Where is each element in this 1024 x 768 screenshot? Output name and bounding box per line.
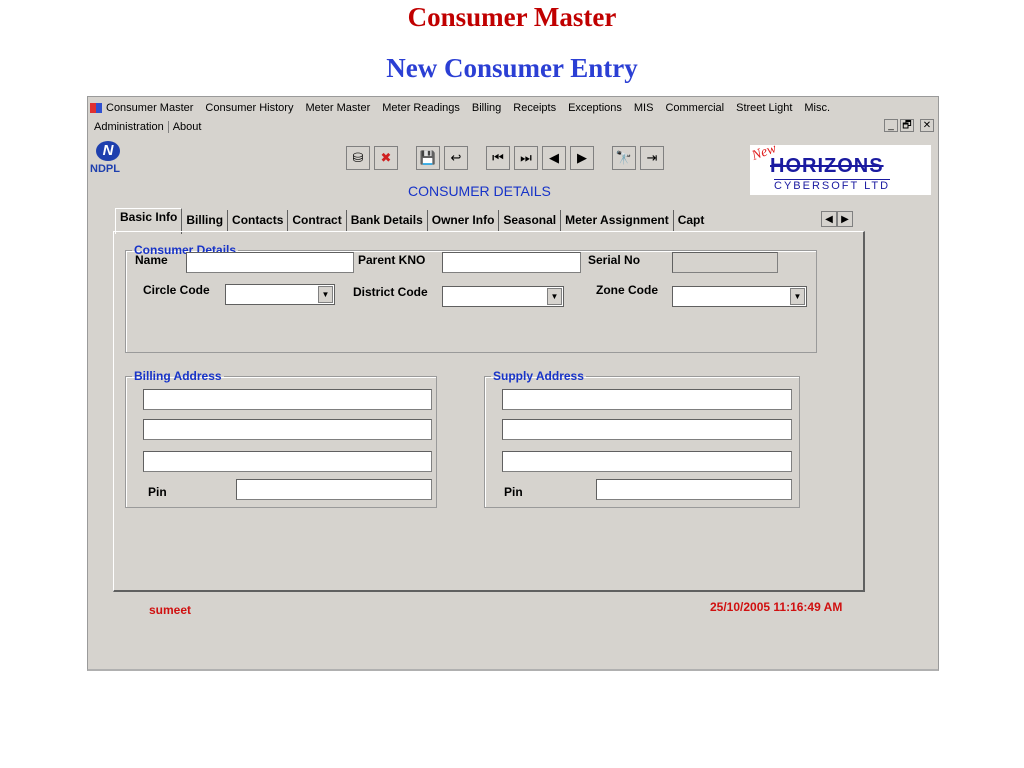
zone-code-label: Zone Code <box>596 283 658 297</box>
parent-kno-input[interactable] <box>442 252 581 273</box>
undo-icon[interactable]: ↩ <box>444 146 468 170</box>
zone-code-value <box>673 287 677 305</box>
previous-record-icon[interactable]: ◀ <box>542 146 566 170</box>
status-timestamp: 25/10/2005 11:16:49 AM <box>710 600 843 614</box>
circle-code-label: Circle Code <box>143 283 210 297</box>
save-icon[interactable]: 💾 <box>416 146 440 170</box>
tab-capt[interactable]: Capt <box>673 210 712 232</box>
supply-address-line-3-input[interactable] <box>502 451 792 472</box>
supply-address-line-2-input[interactable] <box>502 419 792 440</box>
next-record-icon[interactable]: ▶ <box>570 146 594 170</box>
name-input[interactable] <box>186 252 354 273</box>
menu-item-about[interactable]: About <box>169 121 206 133</box>
supply-address-line-1-input[interactable] <box>502 389 792 410</box>
tab-meter-assignment[interactable]: Meter Assignment <box>561 210 674 232</box>
menu-item-meter-readings[interactable]: Meter Readings <box>382 102 460 114</box>
ndpl-logo-text: NDPL <box>90 163 120 175</box>
tab-contract[interactable]: Contract <box>288 210 347 232</box>
tab-seasonal[interactable]: Seasonal <box>499 210 562 232</box>
tab-strip: Basic Info Billing Contacts Contract Ban… <box>115 208 712 234</box>
menu-item-meter-master[interactable]: Meter Master <box>305 102 370 114</box>
supply-address-legend: Supply Address <box>493 369 584 383</box>
district-code-select[interactable]: ▼ <box>442 286 564 307</box>
menu-item-billing[interactable]: Billing <box>472 102 501 114</box>
find-icon[interactable]: 🔭 <box>612 146 636 170</box>
billing-pin-label: Pin <box>148 485 167 499</box>
tab-scroll-right-icon[interactable]: ▶ <box>837 211 853 227</box>
horizons-logo: New HORIZONS CYBERSOFT LTD <box>750 141 931 195</box>
parent-kno-label: Parent KNO <box>358 253 426 267</box>
tab-bank-details[interactable]: Bank Details <box>346 210 428 232</box>
billing-address-line-3-input[interactable] <box>143 451 432 472</box>
first-record-icon[interactable]: ⏮ <box>486 146 510 170</box>
tab-scroll: ◀ ▶ <box>821 211 853 227</box>
menu-item-consumer-history[interactable]: Consumer History <box>205 102 293 114</box>
district-code-label: District Code <box>353 285 428 299</box>
current-user: sumeet <box>149 603 192 617</box>
zone-code-select[interactable]: ▼ <box>672 286 807 307</box>
billing-address-line-2-input[interactable] <box>143 419 432 440</box>
circle-code-value <box>226 285 230 303</box>
tab-scroll-left-icon[interactable]: ◀ <box>821 211 837 227</box>
billing-pin-input[interactable] <box>236 479 432 500</box>
app-window: Consumer Master Consumer History Meter M… <box>87 96 939 671</box>
close-window-button[interactable]: ✕ <box>920 119 934 132</box>
menu-bar: Consumer Master Consumer History Meter M… <box>90 99 842 116</box>
chevron-down-icon[interactable]: ▼ <box>547 288 562 305</box>
name-label: Name <box>135 253 168 267</box>
form-heading: CONSUMER DETAILS <box>408 183 551 199</box>
new-record-icon[interactable]: ⛁ <box>346 146 370 170</box>
tab-owner-info[interactable]: Owner Info <box>427 210 500 232</box>
menu-item-receipts[interactable]: Receipts <box>513 102 556 114</box>
supply-pin-input[interactable] <box>596 479 792 500</box>
ndpl-logo-mark: N <box>96 141 120 161</box>
cancel-icon[interactable]: ✖ <box>374 146 398 170</box>
chevron-down-icon[interactable]: ▼ <box>790 288 805 305</box>
horizons-logo-title: HORIZONS <box>770 155 884 177</box>
menu-item-misc[interactable]: Misc. <box>804 102 830 114</box>
last-record-icon[interactable]: ⏭ <box>514 146 538 170</box>
menu-item-commercial[interactable]: Commercial <box>665 102 724 114</box>
district-code-value <box>443 287 447 305</box>
menu-bar-row-2: Administration About <box>90 118 205 135</box>
slide-subtitle: New Consumer Entry <box>386 53 638 83</box>
slide-title: Consumer Master <box>407 2 617 32</box>
tab-billing[interactable]: Billing <box>182 210 229 232</box>
exit-icon[interactable]: ⇥ <box>640 146 664 170</box>
ndpl-logo: N NDPL <box>90 141 130 177</box>
chevron-down-icon[interactable]: ▼ <box>318 286 333 303</box>
billing-address-line-1-input[interactable] <box>143 389 432 410</box>
supply-pin-label: Pin <box>504 485 523 499</box>
horizons-logo-subtitle: CYBERSOFT LTD <box>774 179 891 192</box>
toolbar: ⛁ ✖ 💾 ↩ ⏮ ⏭ ◀ ▶ 🔭 ⇥ <box>346 146 664 170</box>
serial-no-input[interactable] <box>672 252 778 273</box>
minimize-button[interactable]: _ <box>884 119 898 132</box>
menu-item-administration[interactable]: Administration <box>90 120 169 133</box>
circle-code-select[interactable]: ▼ <box>225 284 335 305</box>
menu-item-mis[interactable]: MIS <box>634 102 654 114</box>
serial-no-label: Serial No <box>588 253 641 267</box>
restore-button[interactable]: 🗗 <box>900 119 914 132</box>
billing-address-legend: Billing Address <box>134 369 222 383</box>
menu-item-exceptions[interactable]: Exceptions <box>568 102 622 114</box>
app-icon <box>90 102 102 113</box>
tab-contacts[interactable]: Contacts <box>228 210 289 232</box>
menu-item-street-light[interactable]: Street Light <box>736 102 792 114</box>
menu-item-consumer-master[interactable]: Consumer Master <box>106 102 193 114</box>
